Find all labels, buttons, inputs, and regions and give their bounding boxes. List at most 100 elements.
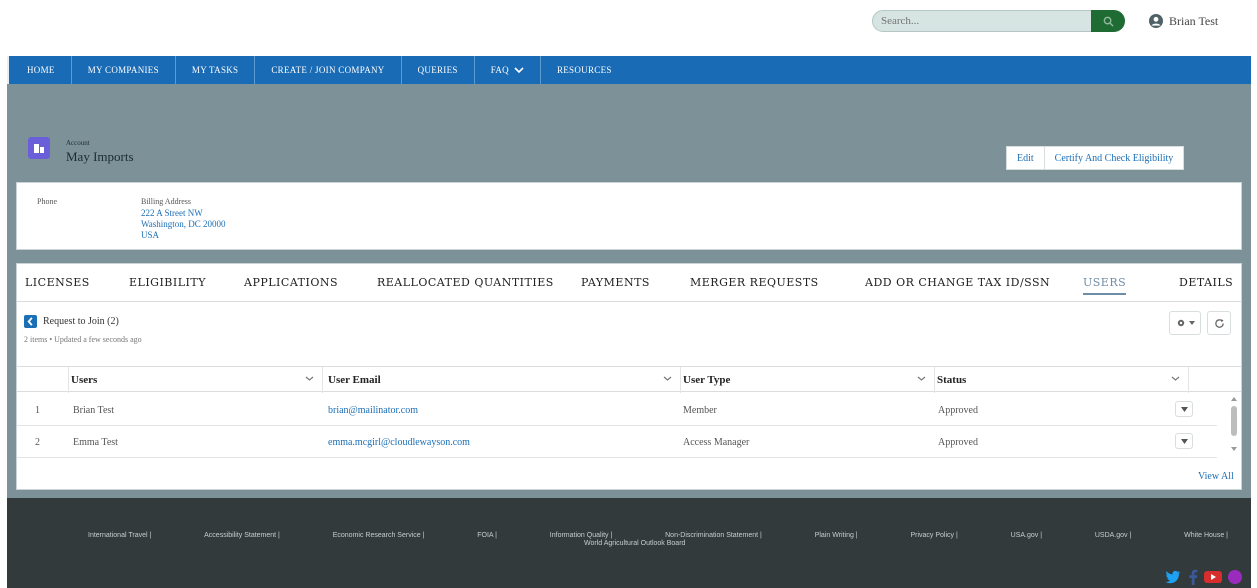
footer-link-foia[interactable]: FOIA |: [477, 532, 497, 539]
billing-address-label: Billing Address: [141, 197, 192, 206]
scroll-up-icon: [1231, 397, 1237, 401]
user-type-cell: Member: [683, 404, 717, 416]
user-email-link[interactable]: brian@mailinator.com: [328, 394, 418, 426]
user-type-cell: Access Manager: [683, 436, 750, 448]
search-input[interactable]: [872, 10, 1094, 32]
user-avatar-icon: [1149, 14, 1163, 28]
refresh-icon: [1214, 318, 1224, 328]
column-users-label: Users: [71, 374, 98, 386]
refresh-button[interactable]: [1207, 311, 1231, 335]
tab-applications[interactable]: APPLICATIONS: [244, 276, 338, 289]
table-scrollbar[interactable]: [1229, 394, 1239, 456]
record-name: May Imports: [66, 149, 134, 164]
twitter-link[interactable]: [1164, 568, 1182, 586]
nav-faq[interactable]: FAQ: [473, 56, 540, 84]
nav-my-tasks-label: MY TASKS: [191, 65, 239, 75]
nav-create-join-label: CREATE / JOIN COMPANY: [271, 65, 385, 75]
status-cell: Approved: [938, 436, 978, 448]
main-nav: HOME MY COMPANIES MY TASKS CREATE / JOIN…: [7, 56, 1251, 84]
facebook-icon: [1189, 569, 1198, 585]
user-name-cell: Brian Test: [73, 404, 115, 416]
row-number-header: [17, 367, 69, 393]
nav-create-join-company[interactable]: CREATE / JOIN COMPANY: [254, 56, 400, 84]
tab-merger-requests[interactable]: MERGER REQUESTS: [690, 276, 819, 289]
nav-faq-label: FAQ: [490, 65, 509, 75]
footer-link-non-discrimination[interactable]: Non-Discrimination Statement |: [665, 532, 762, 539]
tab-reallocated-quantities[interactable]: REALLOCATED QUANTITIES: [377, 276, 554, 289]
user-menu[interactable]: Brian Test: [1149, 10, 1218, 32]
table-row: 2 Emma Test emma.mcgirl@cloudlewayson.co…: [17, 426, 1217, 458]
tab-details[interactable]: DETAILS: [1179, 276, 1233, 289]
nav-home[interactable]: HOME: [7, 56, 71, 84]
footer-link-usda-gov[interactable]: USDA.gov |: [1095, 532, 1131, 539]
footer-link-international-travel[interactable]: International Travel |: [88, 532, 151, 539]
twitter-icon: [1165, 570, 1180, 584]
address-line-3[interactable]: USA: [141, 230, 159, 240]
tab-licenses[interactable]: LICENSES: [25, 276, 90, 289]
top-bar: Brian Test: [0, 0, 1257, 53]
search-button[interactable]: [1091, 10, 1125, 32]
row-actions-button[interactable]: [1175, 433, 1193, 449]
list-settings-button[interactable]: [1169, 311, 1201, 335]
table-header: Users User Email User Type Status: [17, 366, 1241, 393]
tab-users[interactable]: USERS: [1083, 276, 1127, 295]
tab-payments[interactable]: PAYMENTS: [581, 276, 650, 289]
footer-link-white-house[interactable]: White House |: [1184, 532, 1228, 539]
tab-eligibility[interactable]: ELIGIBILITY: [129, 276, 206, 289]
footer-link-information-quality[interactable]: Information Quality |: [550, 532, 613, 539]
column-header-user-type[interactable]: User Type: [681, 367, 935, 393]
user-email-link[interactable]: emma.mcgirl@cloudlewayson.com: [328, 426, 470, 458]
nav-resources-label: RESOURCES: [556, 65, 612, 75]
row-number: 2: [35, 436, 40, 448]
address-line-1[interactable]: 222 A Street NW: [141, 208, 203, 218]
footer-link-accessibility[interactable]: Accessibility Statement |: [204, 532, 280, 539]
chevron-down-icon: [917, 376, 926, 381]
record-actions: Edit Certify And Check Eligibility: [1006, 146, 1185, 170]
row-actions-button[interactable]: [1175, 401, 1193, 417]
nav-my-companies-label: MY COMPANIES: [87, 65, 159, 75]
footer-link-usa-gov[interactable]: USA.gov |: [1011, 532, 1042, 539]
column-header-user-email[interactable]: User Email: [323, 367, 681, 393]
nav-queries-label: QUERIES: [417, 65, 458, 75]
certify-button[interactable]: Certify And Check Eligibility: [1044, 146, 1185, 170]
account-object-icon: [28, 137, 50, 159]
nav-my-tasks[interactable]: MY TASKS: [174, 56, 254, 84]
chevron-down-icon: [663, 376, 672, 381]
status-cell: Approved: [938, 404, 978, 416]
nav-home-label: HOME: [27, 65, 55, 75]
footer-links: International Travel | Accessibility Sta…: [88, 532, 1228, 539]
footer-link-economic-research[interactable]: Economic Research Service |: [333, 532, 425, 539]
nav-queries[interactable]: QUERIES: [400, 56, 474, 84]
chevron-down-icon: [1171, 376, 1180, 381]
record-details-panel: Phone Billing Address 222 A Street NW Wa…: [16, 182, 1242, 250]
nav-resources[interactable]: RESOURCES: [539, 56, 628, 84]
nav-my-companies[interactable]: MY COMPANIES: [70, 56, 175, 84]
address-line-2[interactable]: Washington, DC 20000: [141, 219, 226, 229]
column-header-status[interactable]: Status: [935, 367, 1189, 393]
contact-card-icon: [27, 317, 33, 326]
scrollbar-thumb[interactable]: [1231, 406, 1237, 436]
column-user-type-label: User Type: [683, 374, 731, 386]
tab-add-change-tax-id[interactable]: ADD OR CHANGE TAX ID/SSN: [865, 276, 1050, 289]
scroll-down-icon: [1231, 447, 1237, 451]
caret-down-icon: [1180, 406, 1188, 412]
caret-down-icon: [1180, 438, 1188, 444]
footer-link-privacy-policy[interactable]: Privacy Policy |: [910, 532, 957, 539]
building-icon: [34, 144, 44, 153]
youtube-icon: [1204, 571, 1222, 583]
edit-button[interactable]: Edit: [1006, 146, 1045, 170]
row-number: 1: [35, 404, 40, 416]
facebook-link[interactable]: [1184, 568, 1202, 586]
footer-link-plain-writing[interactable]: Plain Writing |: [815, 532, 858, 539]
youtube-link[interactable]: [1204, 568, 1222, 586]
related-list-title[interactable]: Request to Join (2): [43, 316, 119, 327]
flickr-link[interactable]: [1226, 568, 1244, 586]
chevron-down-icon: [514, 67, 524, 74]
tabs-divider: [17, 301, 1241, 302]
view-all-link[interactable]: View All: [1198, 471, 1234, 482]
column-status-label: Status: [937, 374, 967, 386]
column-header-users[interactable]: Users: [69, 367, 323, 393]
search-icon: [1103, 16, 1114, 27]
footer-link-waob[interactable]: World Agricultural Outlook Board: [584, 540, 685, 547]
caret-down-icon: [1188, 321, 1195, 325]
